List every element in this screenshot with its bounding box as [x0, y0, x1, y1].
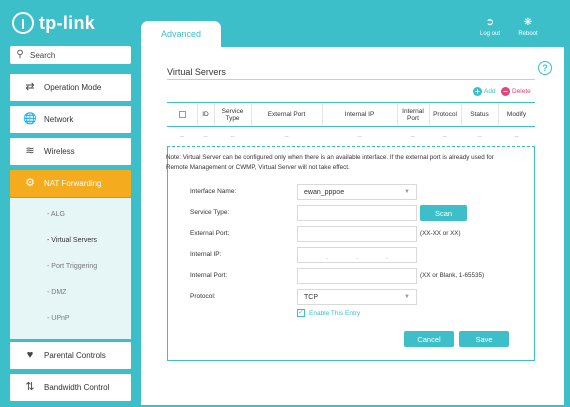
table-cell: -- — [179, 133, 185, 140]
protocol-select[interactable]: TCP ▼ — [297, 289, 417, 305]
sidebar-item-network[interactable]: 🌐 Network — [10, 106, 131, 133]
logo-text: tp-link — [39, 12, 96, 33]
table-cell: -- — [203, 133, 208, 140]
table-cell: -- — [410, 133, 416, 140]
operation-mode-icon: ⇄ — [25, 81, 35, 93]
wireless-icon: ≋ — [25, 145, 35, 157]
heart-icon: ♥ — [26, 349, 34, 361]
enable-entry-label: Enable This Entry — [309, 309, 361, 317]
sidebar-item-parental-controls[interactable]: ♥ Parental Controls — [10, 342, 131, 369]
minus-icon: − — [501, 87, 510, 96]
internal-ip-label: Internal IP: — [190, 251, 222, 258]
interface-select[interactable]: ewan_pppoe ▼ — [297, 184, 417, 200]
enable-entry-checkbox[interactable]: ✓ — [297, 309, 305, 317]
external-port-label: External Port: — [190, 230, 230, 237]
table-cell: -- — [514, 133, 519, 140]
column-header: Internal Port — [402, 107, 424, 122]
submenu-item-upnp[interactable]: - UPnP — [47, 315, 70, 322]
sidebar-item-wireless[interactable]: ≋ Wireless — [10, 138, 131, 165]
sidebar-item-label: Parental Controls — [44, 351, 106, 360]
select-all-checkbox[interactable] — [178, 111, 186, 118]
ip-separator: . — [326, 254, 328, 261]
arrows-icon: ⇅ — [25, 381, 35, 393]
globe-icon: 🌐 — [23, 113, 37, 125]
title-divider — [167, 79, 535, 80]
sidebar-item-label: Operation Mode — [44, 83, 102, 92]
column-header: Service Type — [221, 107, 244, 122]
internal-port-input[interactable] — [297, 268, 417, 284]
internal-port-hint: (XX or Blank, 1-65535) — [420, 272, 485, 279]
main-panel: ? Virtual Servers + Add − Delete ID Serv… — [141, 47, 564, 405]
logout-icon: ➲ — [485, 17, 495, 28]
submenu-item-virtual-servers[interactable]: - Virtual Servers — [47, 237, 97, 244]
add-button[interactable]: + Add — [473, 87, 496, 96]
reboot-label: Reboot — [518, 31, 538, 37]
protocol-value: TCP — [304, 293, 318, 301]
delete-button[interactable]: − Delete — [501, 87, 531, 96]
search-box[interactable]: ⚲ — [10, 46, 131, 64]
sidebar-item-label: NAT Forwarding — [44, 179, 102, 188]
tab-advanced[interactable]: Advanced — [141, 21, 221, 47]
reboot-button[interactable]: ❋ Reboot — [514, 17, 542, 37]
logout-label: Log out — [479, 31, 501, 37]
table-cell: -- — [284, 133, 289, 140]
ip-separator: . — [386, 254, 388, 261]
sidebar-item-bandwidth-control[interactable]: ⇅ Bandwidth Control — [10, 374, 131, 401]
gear-icon: ⚙ — [25, 177, 35, 189]
page-title: Virtual Servers — [167, 67, 226, 77]
help-icon[interactable]: ? — [538, 61, 552, 75]
plus-icon: + — [473, 87, 482, 96]
add-label: Add — [484, 88, 496, 95]
external-port-input[interactable] — [297, 226, 417, 242]
sidebar-item-label: Bandwidth Control — [44, 383, 110, 392]
column-header: Status — [470, 111, 489, 118]
internal-port-label: Internal Port: — [190, 272, 228, 279]
delete-label: Delete — [512, 88, 531, 95]
nat-submenu: - ALG - Virtual Servers - Port Triggerin… — [10, 198, 131, 339]
tp-link-logo-icon — [12, 12, 34, 34]
interface-label: Interface Name: — [190, 188, 237, 195]
table-cell: -- — [442, 133, 448, 140]
interface-value: ewan_pppoe — [304, 188, 345, 196]
table-cell: -- — [477, 133, 482, 140]
logout-button[interactable]: ➲ Log out — [476, 17, 504, 37]
submenu-item-dmz[interactable]: - DMZ — [47, 289, 66, 296]
table-row: -- -- -- -- -- -- -- -- -- — [167, 127, 535, 147]
select-all-cell — [167, 103, 197, 126]
cancel-button[interactable]: Cancel — [404, 331, 454, 347]
table-header: ID Service Type External Port Internal I… — [167, 102, 535, 127]
search-input[interactable] — [30, 50, 120, 60]
sidebar-item-nat-forwarding[interactable]: ⚙ NAT Forwarding — [10, 170, 131, 197]
save-button[interactable]: Save — [459, 331, 509, 347]
column-header: External Port — [267, 111, 306, 118]
chevron-down-icon: ▼ — [404, 189, 410, 195]
tp-link-logo: tp-link — [12, 12, 95, 34]
external-port-hint: (XX-XX or XX) — [420, 230, 461, 237]
chevron-down-icon: ▼ — [404, 294, 410, 300]
sidebar-item-label: Wireless — [44, 147, 75, 156]
sidebar-item-operation-mode[interactable]: ⇄ Operation Mode — [10, 74, 131, 101]
column-header: Modify — [506, 111, 527, 118]
service-type-label: Service Type: — [190, 209, 230, 216]
service-type-input[interactable] — [297, 205, 417, 221]
reboot-icon: ❋ — [523, 17, 533, 28]
protocol-label: Protocol: — [190, 293, 216, 300]
table-cell: -- — [230, 133, 235, 140]
ip-separator: . — [356, 254, 358, 261]
enable-entry-option[interactable]: ✓ Enable This Entry — [297, 309, 360, 317]
submenu-item-alg[interactable]: - ALG — [47, 211, 65, 218]
column-header: Internal IP — [344, 111, 375, 118]
internal-ip-input[interactable]: . . . — [297, 247, 417, 263]
header: Advanced ➲ Log out ❋ Reboot — [141, 17, 564, 47]
table-cell: -- — [357, 133, 362, 140]
sidebar-item-label: Network — [44, 115, 74, 124]
column-header: Protocol — [433, 111, 457, 118]
note-text: Note: Virtual Server can be configured o… — [166, 154, 494, 171]
column-header: ID — [202, 111, 209, 118]
search-icon: ⚲ — [16, 49, 24, 60]
submenu-item-port-triggering[interactable]: - Port Triggering — [47, 263, 97, 270]
scan-button[interactable]: Scan — [420, 205, 467, 221]
